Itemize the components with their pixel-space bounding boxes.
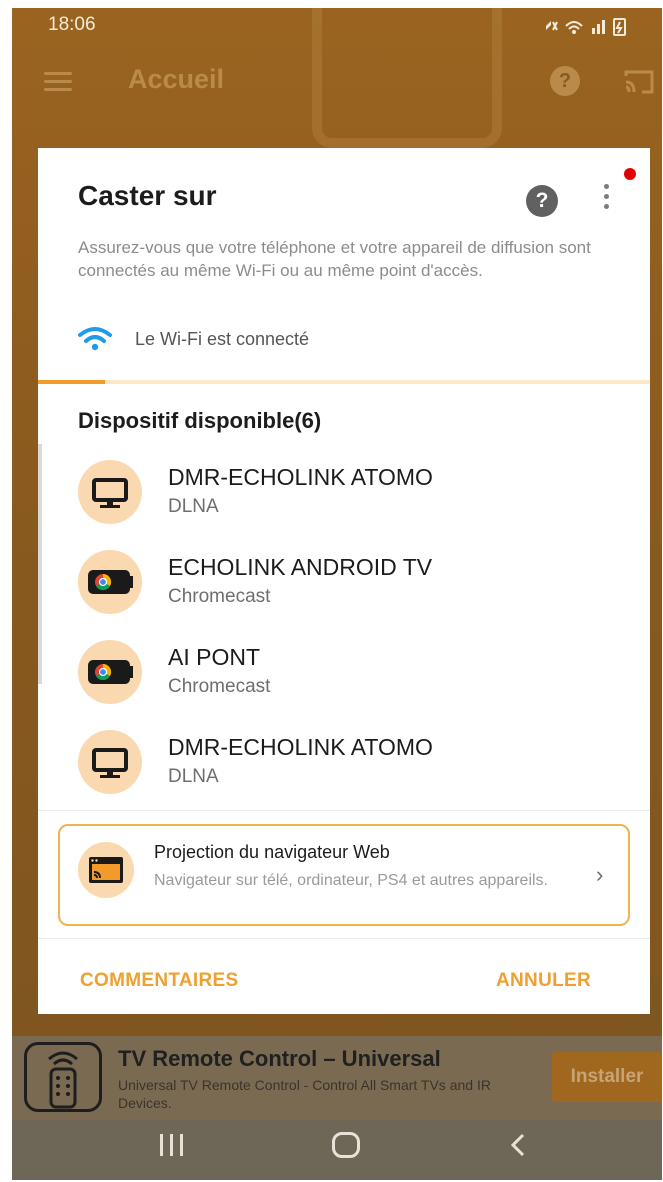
more-options-icon[interactable]	[600, 184, 612, 216]
divider	[38, 938, 650, 939]
ad-description: Universal TV Remote Control - Control Al…	[118, 1077, 491, 1111]
web-cast-title: Projection du navigateur Web	[154, 842, 390, 862]
chevron-right-icon: ›	[596, 862, 604, 887]
device-name: ECHOLINK ANDROID TV	[168, 554, 433, 580]
install-button[interactable]: Installer	[552, 1052, 662, 1102]
phone-screen: 18:06 Accueil ? Caster sur ? Assurez-vou…	[12, 8, 662, 1180]
status-time: 18:06	[48, 14, 96, 35]
tv-icon	[78, 730, 142, 794]
cast-dialog: Caster sur ? Assurez-vous que votre télé…	[38, 148, 650, 1014]
wifi-status-text: Le Wi-Fi est connecté	[135, 329, 310, 349]
list-item-device[interactable]: AI PONT Chromecast	[38, 628, 650, 718]
status-bar: 18:06	[12, 8, 662, 48]
browser-cast-icon	[78, 842, 134, 898]
remote-control-icon	[24, 1042, 102, 1112]
notification-dot	[624, 168, 636, 180]
device-type: Chromecast	[168, 676, 271, 697]
system-nav-bar	[12, 1120, 662, 1180]
dialog-description: Assurez-vous que votre téléphone et votr…	[78, 238, 591, 280]
wifi-icon	[78, 327, 112, 351]
tv-icon	[78, 460, 142, 524]
back-icon[interactable]	[508, 1130, 528, 1168]
device-list: DMR-ECHOLINK ATOMO DLNA ECHOLINK ANDROID…	[38, 448, 650, 808]
help-icon[interactable]: ?	[526, 185, 558, 217]
device-type: Chromecast	[168, 586, 271, 607]
menu-icon[interactable]	[44, 72, 72, 92]
chromecast-icon	[78, 640, 142, 704]
web-cast-description: Navigateur sur télé, ordinateur, PS4 et …	[154, 872, 548, 889]
web-browser-cast-card[interactable]: Projection du navigateur Web Navigateur …	[58, 824, 630, 926]
comments-button[interactable]: COMMENTAIRES	[80, 970, 238, 992]
device-name: DMR-ECHOLINK ATOMO	[168, 734, 433, 760]
divider	[38, 810, 650, 811]
device-name: DMR-ECHOLINK ATOMO	[168, 464, 433, 490]
app-bar: Accueil ?	[12, 48, 662, 118]
chromecast-icon	[78, 550, 142, 614]
help-icon[interactable]: ?	[550, 66, 580, 96]
list-item-device[interactable]: DMR-ECHOLINK ATOMO DLNA	[38, 718, 650, 808]
scan-progress-fill	[38, 380, 106, 384]
ad-banner[interactable]: TV Remote Control – Universal Universal …	[12, 1036, 662, 1120]
device-type: DLNA	[168, 496, 219, 517]
scan-progress-bar	[38, 380, 650, 384]
home-icon[interactable]	[332, 1132, 360, 1158]
page-title: Accueil	[128, 64, 225, 94]
device-name: AI PONT	[168, 644, 261, 670]
cast-icon[interactable]	[622, 68, 656, 96]
device-type: DLNA	[168, 766, 219, 787]
ad-title: TV Remote Control – Universal	[118, 1046, 441, 1071]
list-item-device[interactable]: DMR-ECHOLINK ATOMO DLNA	[38, 448, 650, 538]
list-item-device[interactable]: ECHOLINK ANDROID TV Chromecast	[38, 538, 650, 628]
cancel-button[interactable]: ANNULER	[496, 970, 591, 992]
devices-section-title: Dispositif disponible(6)	[78, 408, 322, 433]
screen: 18:06 Accueil ? Caster sur ? Assurez-vou…	[0, 0, 663, 1182]
status-icons	[542, 16, 642, 41]
signal-battery-icon	[546, 18, 626, 36]
recents-icon[interactable]	[160, 1134, 188, 1158]
dialog-title: Caster sur	[78, 180, 217, 211]
